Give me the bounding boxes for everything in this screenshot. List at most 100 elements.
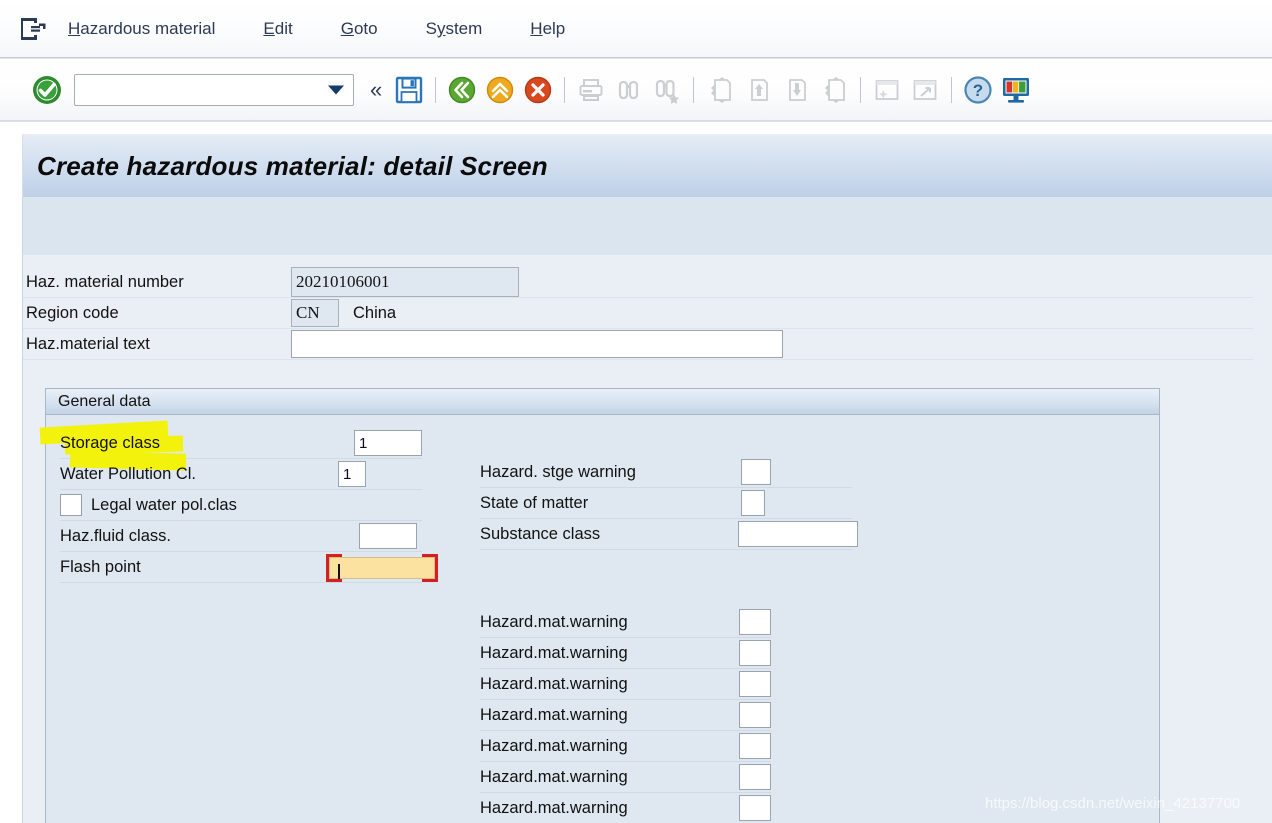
command-field[interactable]	[74, 74, 354, 106]
back-button[interactable]	[443, 71, 481, 109]
menu-accel-g: G	[340, 19, 354, 38]
menu-bar: Hazardous material Edit Goto System Help	[0, 0, 1272, 58]
field-row-haz-material-text: Haz.material text	[23, 329, 1253, 360]
field-row-hazard-mat-warning: Hazard.mat.warning	[480, 638, 771, 669]
green-check-enter-icon[interactable]	[28, 71, 66, 109]
focus-corner-bottom-right	[422, 566, 438, 582]
label-region-code: Region code	[26, 303, 119, 322]
create-shortcut-button[interactable]	[906, 71, 944, 109]
label-hazard-mat-warning: Hazard.mat.warning	[480, 767, 628, 786]
toolbar-divider	[0, 120, 1272, 122]
screen-body: Haz. material number Region code China H…	[22, 255, 1272, 823]
label-legal-water-pol-clas: Legal water pol.clas	[91, 495, 237, 514]
menu-item-hazardous-material-label: a	[80, 19, 90, 38]
general-data-title: General data	[46, 389, 1159, 415]
input-haz-fluid-class[interactable]	[359, 523, 417, 549]
label-haz-fluid-class: Haz.fluid class.	[60, 526, 171, 545]
customize-layout-monitor-icon[interactable]	[997, 71, 1035, 109]
field-row-hazard-mat-warning: Hazard.mat.warning	[480, 731, 771, 762]
page-title: Create hazardous material: detail Screen	[37, 150, 548, 181]
field-row-haz-material-number: Haz. material number	[23, 267, 1253, 298]
first-page-button[interactable]	[701, 71, 739, 109]
next-page-button[interactable]	[777, 71, 815, 109]
checkbox-legal-water-pol-clas[interactable]	[60, 494, 82, 516]
input-hazard-mat-warning[interactable]	[739, 702, 771, 728]
sap-session-exit-icon[interactable]	[16, 14, 50, 44]
save-button[interactable]	[390, 71, 428, 109]
input-hazard-mat-warning[interactable]	[739, 764, 771, 790]
label-state-of-matter: State of matter	[480, 493, 589, 512]
menu-item-hazardous-material[interactable]: Hazardous material	[68, 19, 215, 39]
command-input[interactable]	[75, 77, 327, 103]
label-hazard-mat-warning: Hazard.mat.warning	[480, 736, 628, 755]
menu-item-help-rest: elp	[542, 19, 566, 38]
input-hazard-mat-warning[interactable]	[739, 609, 771, 635]
general-data-left-column: Storage class Water Pollution Cl. Legal …	[60, 428, 438, 583]
input-region-code[interactable]	[291, 299, 339, 327]
input-haz-material-number[interactable]	[291, 267, 519, 297]
menu-item-goto-rest: oto	[353, 19, 378, 38]
input-hazard-mat-warning[interactable]	[739, 795, 771, 821]
label-hazard-mat-warning: Hazard.mat.warning	[480, 643, 628, 662]
field-row-state-of-matter: State of matter	[480, 488, 852, 519]
label-hazard-mat-warning: Hazard.mat.warning	[480, 612, 628, 631]
general-data-body: Storage class Water Pollution Cl. Legal …	[46, 415, 1159, 823]
menu-item-edit-rest: dit	[274, 19, 293, 38]
menu-item-edit[interactable]: Edit	[263, 19, 292, 39]
input-storage-class[interactable]	[354, 430, 422, 456]
field-row-hazard-mat-warning: Hazard.mat.warning	[480, 669, 771, 700]
field-row-storage-class: Storage class	[60, 428, 422, 459]
general-data-right-column: Hazard. stge warning State of matter Sub…	[480, 457, 858, 550]
field-row-substance-class: Substance class	[480, 519, 858, 550]
label-substance-class: Substance class	[480, 524, 601, 543]
input-haz-material-text[interactable]	[291, 330, 783, 358]
new-session-button[interactable]	[868, 71, 906, 109]
label-water-pollution-class: Water Pollution Cl.	[60, 464, 197, 483]
menu-item-help[interactable]: Help	[530, 19, 565, 39]
field-row-flash-point: Flash point	[60, 552, 438, 583]
label-hazard-mat-warning: Hazard.mat.warning	[480, 705, 628, 724]
label-storage-class: Storage class	[60, 433, 160, 452]
label-haz-material-number: Haz. material number	[26, 272, 184, 291]
label-flash-point: Flash point	[60, 557, 141, 576]
menu-accel-h: H	[68, 19, 81, 38]
last-page-button[interactable]	[815, 71, 853, 109]
menu-item-system[interactable]: System	[426, 19, 483, 39]
previous-page-button[interactable]	[739, 71, 777, 109]
input-hazard-mat-warning[interactable]	[739, 733, 771, 759]
input-substance-class[interactable]	[738, 521, 858, 547]
find-button[interactable]	[610, 71, 648, 109]
field-row-hazard-stge-warning: Hazard. stge warning	[480, 457, 852, 488]
chevron-down-icon[interactable]	[328, 85, 344, 95]
field-row-water-pollution-class: Water Pollution Cl.	[60, 459, 422, 490]
field-row-hazard-mat-warning: Hazard.mat.warning	[480, 793, 771, 823]
input-hazard-mat-warning[interactable]	[739, 671, 771, 697]
input-flash-point[interactable]	[329, 557, 435, 581]
svg-text:?: ?	[973, 81, 983, 100]
exit-button[interactable]	[481, 71, 519, 109]
field-row-legal-water-pol-clas: Legal water pol.clas	[60, 490, 422, 521]
print-button[interactable]	[572, 71, 610, 109]
input-state-of-matter[interactable]	[741, 490, 765, 516]
input-hazard-stge-warning[interactable]	[741, 459, 771, 485]
application-toolbar: « ?	[0, 59, 1272, 121]
input-hazard-mat-warning[interactable]	[739, 640, 771, 666]
menu-item-system-rest: stem	[445, 19, 483, 38]
find-next-button[interactable]	[648, 71, 686, 109]
toolbar-separator	[860, 77, 862, 103]
field-row-hazard-mat-warning: Hazard.mat.warning	[480, 607, 771, 638]
field-row-haz-fluid-class: Haz.fluid class.	[60, 521, 422, 552]
menu-item-hazardous-material-rest: zardous material	[89, 19, 216, 38]
double-chevron-left-icon[interactable]: «	[370, 79, 382, 101]
menu-item-goto[interactable]: Goto	[341, 19, 378, 39]
toolbar-separator	[951, 77, 953, 103]
general-data-group: General data Storage class Water Polluti…	[45, 388, 1160, 823]
hazard-mat-warning-list: Hazard.mat.warning Hazard.mat.warning Ha…	[480, 607, 771, 823]
help-button[interactable]: ?	[959, 71, 997, 109]
cancel-button[interactable]	[519, 71, 557, 109]
label-hazard-stge-warning: Hazard. stge warning	[480, 462, 636, 481]
input-water-pollution-class[interactable]	[338, 461, 366, 487]
menu-item-system-pre: S	[425, 19, 437, 38]
toolbar-separator	[564, 77, 566, 103]
field-row-hazard-mat-warning: Hazard.mat.warning	[480, 700, 771, 731]
